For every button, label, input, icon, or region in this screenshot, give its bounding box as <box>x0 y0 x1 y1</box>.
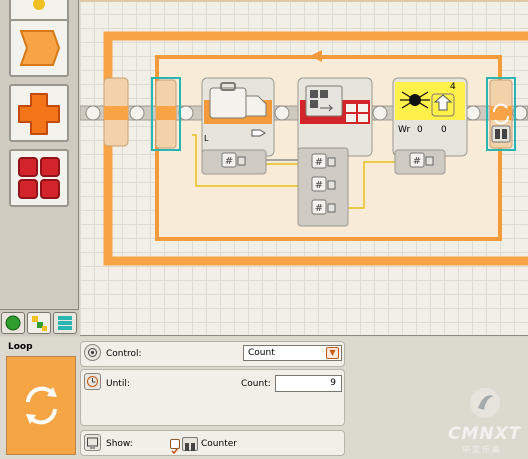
loop-icon <box>26 386 57 425</box>
chevron-down-icon[interactable]: ▼ <box>326 347 339 359</box>
program-drawing: # # # # # <box>80 0 528 266</box>
counter-label: Counter <box>201 439 237 449</box>
plus-icon <box>18 93 60 135</box>
watermark-brand: CMNXT <box>448 424 522 444</box>
loop-block-preview <box>6 356 76 455</box>
palette-tabs <box>0 309 79 336</box>
svg-text:#: # <box>315 157 323 168</box>
panel-title: Loop <box>8 342 33 352</box>
show-label: Show: <box>106 439 133 449</box>
sensor-value-2: 0 <box>441 125 447 135</box>
multi-block-icon <box>32 316 47 331</box>
sensor-port-number: 4 <box>450 82 456 92</box>
sensor-value-1: 0 <box>417 125 423 135</box>
program-canvas[interactable]: # # # # # L 4 Wr 0 0 <box>80 0 528 336</box>
stacked-teal-icon <box>58 316 72 330</box>
green-circle-icon <box>5 315 21 331</box>
tab-custom-palette[interactable] <box>53 312 77 334</box>
until-label: Until: <box>106 379 130 389</box>
eye-icon <box>84 344 101 361</box>
watermark-logo-icon <box>470 388 500 418</box>
svg-text:#: # <box>413 156 421 167</box>
control-value: Count <box>248 348 275 358</box>
four-square-icon <box>18 157 60 199</box>
palette-grid-block[interactable] <box>9 149 69 207</box>
count-value: 9 <box>330 378 336 388</box>
sensor-port-label: Wr <box>398 125 411 135</box>
checkmark-icon <box>171 447 179 455</box>
until-icon <box>84 373 101 390</box>
tab-complete-palette[interactable] <box>27 312 51 334</box>
count-input[interactable]: 9 <box>275 375 342 392</box>
tab-common-palette[interactable] <box>1 312 25 334</box>
briefcase-icon <box>209 87 247 119</box>
block-palette <box>0 0 79 336</box>
bag-port-label: L <box>204 134 209 143</box>
count-label: Count: <box>241 379 271 389</box>
switch-flow-icon <box>19 30 61 66</box>
counter-plug-icon <box>182 437 198 451</box>
svg-text:#: # <box>315 203 323 214</box>
svg-text:#: # <box>225 156 233 167</box>
svg-text:#: # <box>315 180 323 191</box>
nxt-g-window: # # # # # L 4 Wr 0 0 Loop Control: Count… <box>0 0 528 459</box>
watermark-subtitle: 中文乐高 <box>462 445 502 454</box>
palette-switch-block[interactable] <box>9 19 69 77</box>
monitor-icon <box>84 434 101 451</box>
control-label: Control: <box>106 349 142 359</box>
counter-checkbox[interactable] <box>170 439 180 455</box>
palette-action-block[interactable] <box>9 84 69 142</box>
